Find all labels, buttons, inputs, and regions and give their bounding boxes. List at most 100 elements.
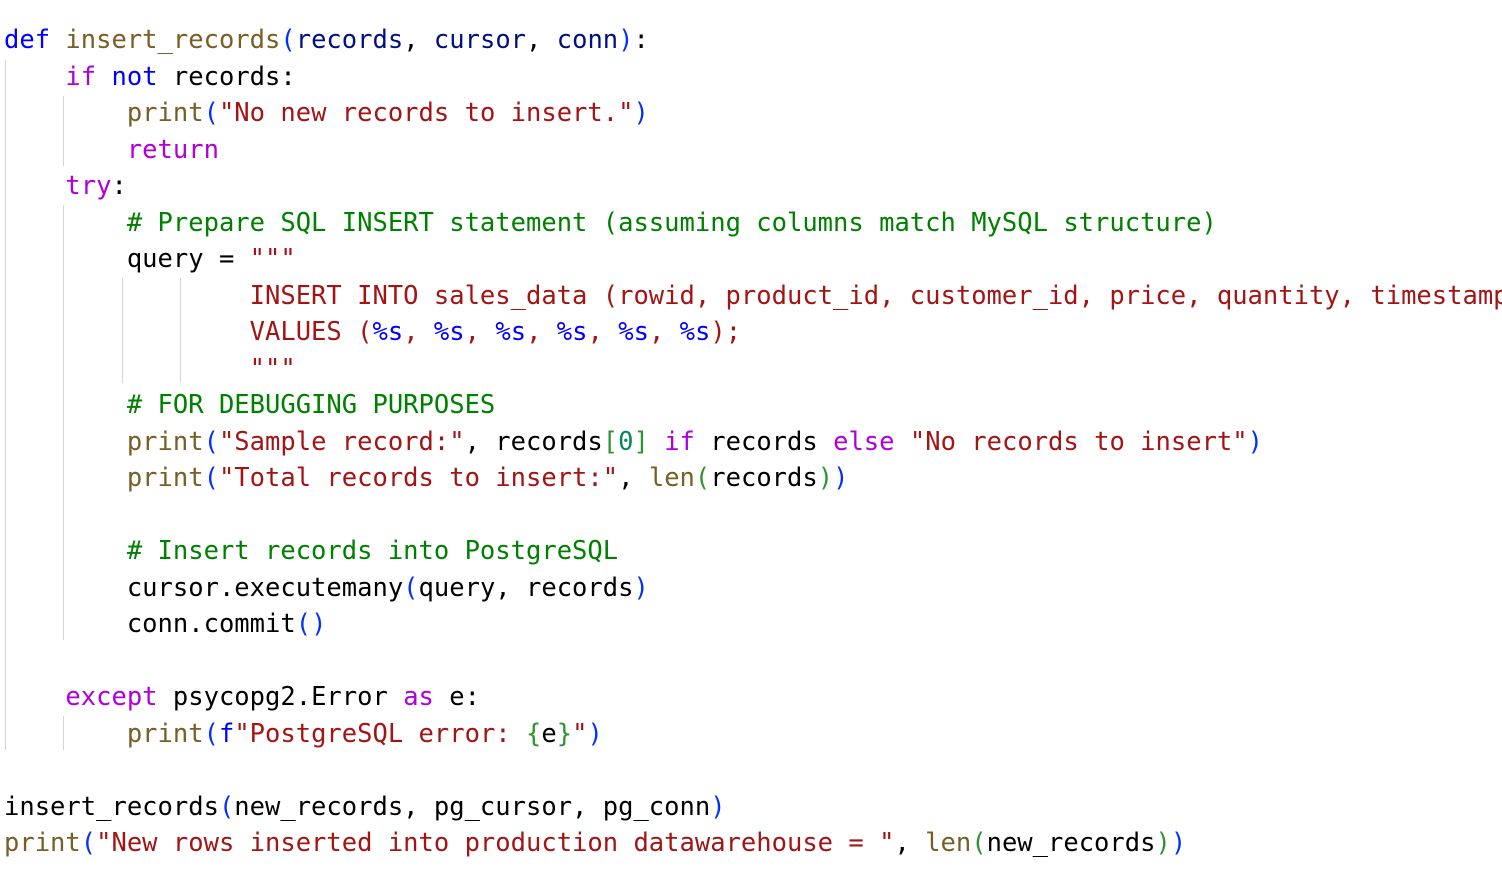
- code-token: new_records: [986, 828, 1156, 858]
- code-line[interactable]: except psycopg2.Error as e:: [4, 679, 480, 716]
- code-token: conn.commit: [126, 609, 296, 639]
- code-token: conn: [556, 25, 619, 55]
- code-token: (: [403, 572, 419, 603]
- code-token: (: [218, 791, 235, 822]
- code-token: (): [295, 609, 327, 639]
- code-token: psycopg2.Error: [157, 682, 404, 712]
- code-token: """: [249, 353, 296, 384]
- code-token: ): [587, 718, 603, 749]
- code-token: (: [694, 463, 711, 493]
- code-token: ): [817, 463, 834, 493]
- code-token: try: [65, 171, 112, 201]
- code-token: if: [65, 61, 97, 92]
- code-line[interactable]: # Insert records into PostgreSQL: [4, 533, 618, 570]
- code-token: except: [65, 682, 158, 712]
- code-token: # FOR DEBUGGING PURPOSES: [126, 390, 496, 420]
- code-token: insert_records: [65, 25, 281, 55]
- code-line[interactable]: def insert_records(records, cursor, conn…: [4, 22, 649, 59]
- code-token: print: [126, 426, 204, 457]
- code-token: new_records, pg_cursor, pg_conn: [234, 791, 711, 822]
- code-token: (: [971, 828, 987, 858]
- code-line[interactable]: print("Sample record:", records[0] if re…: [4, 424, 1263, 461]
- code-line[interactable]: insert_records(new_records, pg_cursor, p…: [4, 789, 726, 826]
- code-token: records: [295, 25, 404, 55]
- code-token: (: [203, 718, 219, 749]
- code-token: %s: [679, 317, 711, 347]
- code-token: """: [249, 244, 296, 274]
- code-line[interactable]: try:: [4, 168, 126, 205]
- code-line[interactable]: cursor.executemany(query, records): [4, 570, 649, 607]
- code-token: %s: [618, 317, 649, 347]
- code-line[interactable]: return: [4, 132, 219, 169]
- code-token: records: [694, 426, 834, 457]
- code-line[interactable]: conn.commit(): [4, 606, 327, 643]
- code-token: print: [126, 718, 204, 749]
- code-line[interactable]: VALUES (%s, %s, %s, %s, %s, %s);: [4, 314, 741, 351]
- code-token: %s: [556, 317, 588, 347]
- code-token: records: [710, 463, 818, 493]
- code-token: print: [126, 98, 204, 128]
- code-token: query =: [126, 244, 250, 274]
- code-token: ): [833, 463, 849, 493]
- code-token: ,: [526, 317, 557, 347]
- code-token: 0: [618, 426, 634, 457]
- code-token: ,: [894, 828, 926, 858]
- code-line[interactable]: print("Total records to insert:", len(re…: [4, 460, 849, 497]
- code-line[interactable]: # FOR DEBUGGING PURPOSES: [4, 387, 495, 424]
- code-token: ): [1170, 828, 1187, 858]
- code-token: {: [526, 718, 542, 749]
- code-line[interactable]: query = """: [4, 241, 296, 278]
- code-token: ,: [403, 317, 434, 347]
- code-token: %s: [433, 317, 465, 347]
- code-token: not: [111, 61, 158, 92]
- code-token: as: [403, 682, 434, 712]
- code-token: INSERT INTO sales_data (rowid, product_i…: [249, 280, 1502, 311]
- code-line[interactable]: """: [4, 351, 296, 388]
- code-token: "No records to insert": [909, 426, 1248, 457]
- code-token: ,: [526, 25, 557, 55]
- code-line[interactable]: INSERT INTO sales_data (rowid, product_i…: [4, 278, 1502, 315]
- code-token: def: [4, 25, 51, 55]
- code-token: ): [710, 791, 726, 822]
- code-token: (: [280, 25, 296, 55]
- code-token: f: [218, 718, 235, 749]
- code-line[interactable]: print("New rows inserted into production…: [4, 825, 1186, 862]
- code-token: "Total records to insert:": [218, 463, 619, 493]
- code-token: (: [203, 426, 219, 457]
- code-token: [: [602, 426, 619, 457]
- code-token: records:: [172, 61, 296, 92]
- code-token: "Sample record:": [218, 426, 465, 457]
- code-token: "PostgreSQL error:: [234, 718, 527, 749]
- code-token: ): [633, 572, 649, 603]
- code-editor[interactable]: def insert_records(records, cursor, conn…: [0, 0, 1502, 880]
- code-token: (: [203, 98, 219, 128]
- code-token: if: [664, 426, 695, 457]
- code-token: (: [80, 828, 97, 858]
- code-token: ): [633, 98, 649, 128]
- code-token: # Insert records into PostgreSQL: [126, 536, 619, 566]
- code-token: }: [556, 718, 573, 749]
- code-line[interactable]: print("No new records to insert."): [4, 95, 649, 132]
- code-token: "New rows inserted into production dataw…: [96, 828, 895, 858]
- code-token: e:: [433, 682, 480, 712]
- code-token: len: [648, 463, 695, 493]
- code-line[interactable]: if not records:: [4, 59, 296, 96]
- code-token: %s: [495, 317, 527, 347]
- code-line[interactable]: # Prepare SQL INSERT statement (assuming…: [4, 205, 1217, 242]
- code-token: # Prepare SQL INSERT statement (assuming…: [126, 207, 1217, 238]
- code-token: cursor.executemany: [126, 572, 404, 603]
- code-line[interactable]: print(f"PostgreSQL error: {e}"): [4, 716, 603, 753]
- code-token: len: [925, 828, 972, 858]
- code-token: VALUES (: [249, 317, 373, 347]
- code-token: ,: [648, 317, 680, 347]
